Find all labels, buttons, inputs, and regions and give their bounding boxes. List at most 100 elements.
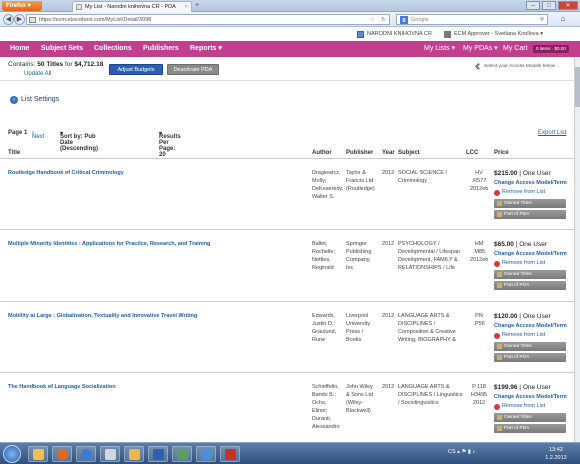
owned-label: Owned Titles bbox=[504, 415, 532, 420]
taskbar-firefox-icon[interactable] bbox=[52, 446, 72, 462]
remove-from-list-link[interactable]: Remove from List bbox=[494, 259, 574, 268]
owned-label: Owned Titles bbox=[504, 272, 532, 277]
owned-titles-badge[interactable]: Owned Titles bbox=[494, 342, 566, 351]
nav-publishers[interactable]: Publishers bbox=[143, 41, 179, 57]
nav-reports[interactable]: Reports ▾ bbox=[190, 41, 222, 57]
adjust-budgets-button[interactable]: Adjust Budgets bbox=[109, 64, 163, 75]
col-author[interactable]: Author bbox=[312, 150, 332, 156]
table-row: Mobility at Large : Globalization, Textu… bbox=[0, 302, 580, 373]
bookmark-star-icon[interactable]: ☆ bbox=[370, 15, 375, 25]
book-year: 2012 bbox=[382, 384, 395, 390]
pda-label: Part of PDA bbox=[504, 426, 530, 431]
user-limit: One User bbox=[522, 313, 551, 320]
col-year[interactable]: Year bbox=[382, 150, 395, 156]
sort-dropdown[interactable]: Sort by: Pub Date (Descending) ▾ bbox=[60, 130, 98, 152]
book-title-link[interactable]: Multiple Minority Identities : Applicati… bbox=[8, 240, 278, 248]
pager-bar: Page 1 Next › Sort by: Pub Date (Descend… bbox=[0, 126, 580, 158]
taskbar-folder-icon[interactable] bbox=[124, 446, 144, 462]
remove-label: Remove from List bbox=[502, 403, 546, 409]
deactivate-pda-button[interactable]: Deactivate PDA bbox=[167, 64, 219, 75]
table-row: Multiple Minority Identities : Applicati… bbox=[0, 230, 580, 302]
col-publisher[interactable]: Publisher bbox=[346, 150, 373, 156]
book-title-link[interactable]: Routledge Handbook of Critical Criminolo… bbox=[8, 169, 278, 177]
col-subject[interactable]: Subject bbox=[398, 150, 420, 156]
nav-collections[interactable]: Collections bbox=[94, 41, 132, 57]
taskbar-red-icon[interactable] bbox=[220, 446, 240, 462]
remove-from-list-link[interactable]: Remove from List bbox=[494, 331, 574, 340]
col-lcc[interactable]: LCC bbox=[466, 150, 478, 156]
book-price: $199.96 bbox=[494, 384, 518, 391]
system-tray[interactable]: CS ▴ ⚑ ▮ ♪ bbox=[448, 449, 475, 455]
taskbar-ie-icon[interactable] bbox=[76, 446, 96, 462]
site-identity-icon[interactable] bbox=[29, 17, 36, 23]
nav-home[interactable]: Home bbox=[10, 41, 29, 57]
clock[interactable]: 13:42 1.2.2013 bbox=[540, 446, 572, 462]
pda-label: Part of PDA bbox=[504, 212, 530, 217]
reload-icon[interactable]: ↻ bbox=[381, 15, 386, 25]
list-settings-label: List Settings bbox=[21, 96, 60, 103]
col-title[interactable]: Title bbox=[8, 150, 20, 156]
remove-icon bbox=[494, 261, 500, 267]
remove-from-list-link[interactable]: Remove from List bbox=[494, 188, 574, 197]
nav-my-lists[interactable]: My Lists ▾ bbox=[424, 41, 455, 57]
firefox-menu-button[interactable]: Firefox ▾ bbox=[2, 1, 42, 11]
minimize-icon[interactable]: – bbox=[526, 1, 540, 10]
next-page-link[interactable]: Next › bbox=[32, 130, 44, 140]
change-access-model-link[interactable]: Change Access Model/Term bbox=[494, 322, 574, 331]
start-button[interactable] bbox=[3, 445, 21, 463]
home-icon[interactable]: ⌂ bbox=[556, 14, 570, 25]
close-window-icon[interactable]: ✕ bbox=[558, 1, 578, 10]
owned-titles-badge[interactable]: Owned Titles bbox=[494, 199, 566, 208]
contains-label: Contains: bbox=[8, 61, 36, 68]
institution-link[interactable]: NARODNI KNIHOVNA CR bbox=[357, 30, 432, 39]
part-of-pda-badge[interactable]: Part of PDA bbox=[494, 424, 566, 433]
pda-icon bbox=[497, 426, 502, 431]
owned-icon bbox=[497, 415, 502, 420]
back-icon[interactable]: ◀ bbox=[3, 14, 14, 25]
results-per-page-dropdown[interactable]: Results Per Page: 20 ▾ bbox=[159, 130, 181, 158]
cart-badge[interactable]: 0 items · $0.00 bbox=[533, 45, 569, 53]
taskbar-tool-icon[interactable] bbox=[196, 446, 216, 462]
book-title-link[interactable]: Mobility at Large : Globalization, Textu… bbox=[8, 312, 278, 320]
user-limit: One User bbox=[522, 384, 551, 391]
change-access-model-link[interactable]: Change Access Model/Term bbox=[494, 179, 574, 188]
owned-titles-badge[interactable]: Owned Titles bbox=[494, 413, 566, 422]
tab-close-icon[interactable]: × bbox=[185, 2, 188, 12]
google-icon[interactable]: g bbox=[400, 16, 408, 24]
book-subject: SOCIAL SCIENCE / Criminology bbox=[398, 170, 448, 184]
part-of-pda-badge[interactable]: Part of PDA bbox=[494, 281, 566, 290]
taskbar-app-icon[interactable] bbox=[100, 446, 120, 462]
nav-subject-sets[interactable]: Subject Sets bbox=[41, 41, 83, 57]
scrollbar-thumb[interactable] bbox=[575, 67, 580, 107]
new-tab-icon[interactable]: + bbox=[195, 2, 199, 9]
owned-icon bbox=[497, 344, 502, 349]
settings-section: › List Settings bbox=[0, 81, 580, 119]
search-icon[interactable]: ⚲ bbox=[540, 15, 544, 25]
taskbar-explorer-icon[interactable] bbox=[28, 446, 48, 462]
nav-my-pdas[interactable]: My PDAs ▾ bbox=[463, 41, 498, 57]
update-all-link[interactable]: Update All bbox=[24, 71, 51, 77]
remove-from-list-link[interactable]: Remove from List bbox=[494, 402, 574, 411]
taskbar-chart-icon[interactable] bbox=[172, 446, 192, 462]
page-scrollbar[interactable] bbox=[574, 57, 580, 442]
part-of-pda-badge[interactable]: Part of PDA bbox=[494, 353, 566, 362]
address-bar[interactable]: https://ecm.ebscohost.com/MyList/Detail/… bbox=[26, 14, 390, 25]
change-access-model-link[interactable]: Change Access Model/Term bbox=[494, 393, 574, 402]
browser-search-box[interactable]: g Google ⚲ bbox=[396, 14, 548, 25]
tab-title: My List - Narodni knihovna CR - PDA bbox=[85, 4, 176, 10]
user-menu[interactable]: ECM Approver - Svetlana Knollova ▾ bbox=[444, 30, 543, 39]
export-list-link[interactable]: Export List bbox=[538, 130, 566, 136]
forward-icon[interactable]: ▶ bbox=[14, 14, 25, 25]
change-access-model-link[interactable]: Change Access Model/Term bbox=[494, 250, 574, 259]
list-settings-toggle[interactable]: › List Settings bbox=[10, 96, 60, 104]
book-title-link[interactable]: The Handbook of Language Socialization bbox=[8, 383, 278, 391]
browser-tab[interactable]: My List - Narodni knihovna CR - PDA × bbox=[72, 1, 192, 12]
nav-my-cart[interactable]: My Cart bbox=[503, 41, 528, 57]
table-header: Title Author Publisher Year Subject LCC … bbox=[0, 147, 580, 159]
taskbar-word-icon[interactable] bbox=[148, 446, 168, 462]
owned-titles-badge[interactable]: Owned Titles bbox=[494, 270, 566, 279]
part-of-pda-badge[interactable]: Part of PDA bbox=[494, 210, 566, 219]
col-price[interactable]: Price bbox=[494, 150, 509, 156]
maximize-icon[interactable]: □ bbox=[542, 1, 556, 10]
language-indicator[interactable]: CS bbox=[448, 449, 456, 455]
